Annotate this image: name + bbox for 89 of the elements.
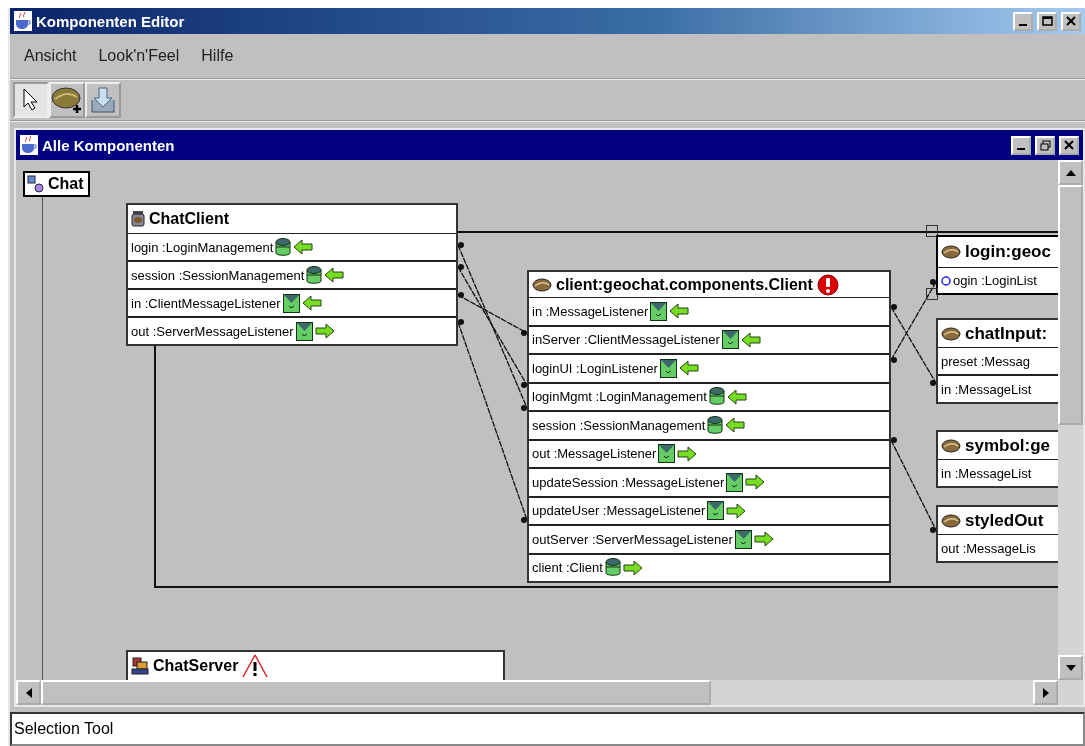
scroll-thumb[interactable] <box>41 680 711 705</box>
port-label: loginUI :LoginListener <box>532 360 658 376</box>
close-icon <box>1064 140 1074 150</box>
minimize-button[interactable] <box>1011 135 1031 155</box>
close-button[interactable] <box>1061 11 1081 31</box>
port-label: out :MessageLis <box>941 540 1036 556</box>
component-box[interactable]: ChatClient login :LoginManagement session :SessionManagement in :ClientMessageListener out :ServerMessageListener <box>126 203 458 346</box>
group-label[interactable]: Chat <box>23 171 90 197</box>
up-arrow-icon <box>1065 169 1076 176</box>
status-text: Selection Tool <box>14 720 114 738</box>
cursor-arrow-icon <box>22 88 40 112</box>
port-label: in :ClientMessageListener <box>131 295 281 311</box>
left-arrow-icon <box>25 687 32 698</box>
component-box[interactable]: symbol:ge in :MessageList <box>936 430 1058 488</box>
component-title: client:geochat.components.Client <box>556 275 813 294</box>
minimize-button[interactable] <box>1013 11 1033 31</box>
component-title: login:geoc <box>965 242 1051 262</box>
tool-button[interactable] <box>13 82 49 118</box>
component-title: styledOut <box>965 510 1044 531</box>
close-button[interactable] <box>1059 135 1079 155</box>
down-arrow-icon <box>1065 664 1076 671</box>
connector-line[interactable] <box>457 264 528 388</box>
restore-button[interactable] <box>1035 135 1055 155</box>
port-label: outServer :ServerMessageListener <box>532 531 733 547</box>
port-label: session :SessionManagement <box>532 417 706 433</box>
group-icon <box>27 175 45 193</box>
port-label: out :ServerMessageListener <box>131 323 294 339</box>
jar-icon <box>131 211 145 227</box>
component-box[interactable] <box>527 270 891 583</box>
scroll-down-button[interactable] <box>1058 655 1083 680</box>
connector-line[interactable] <box>457 242 528 411</box>
connector-line[interactable] <box>457 292 528 336</box>
scroll-left-button[interactable] <box>16 680 41 705</box>
connector-line[interactable] <box>890 279 937 363</box>
bean-plus-icon <box>51 85 83 115</box>
port-label: updateUser :MessageListener <box>532 503 706 519</box>
window-title: Komponenten Editor <box>36 12 186 30</box>
component-title: chatInput: <box>965 323 1048 344</box>
vertical-scrollbar[interactable] <box>1058 160 1083 680</box>
java-cup-icon <box>20 135 38 155</box>
port-label: preset :Messag <box>941 353 1030 369</box>
server-icon <box>131 657 149 675</box>
port-label: client :Client <box>532 560 603 576</box>
maximize-icon <box>1041 16 1053 26</box>
connector-line[interactable] <box>457 319 528 523</box>
horizontal-scrollbar[interactable] <box>16 680 1083 705</box>
maximize-button[interactable] <box>1037 11 1057 31</box>
selection-handle[interactable] <box>926 288 938 300</box>
scroll-thumb[interactable] <box>1058 185 1083 425</box>
menu-item[interactable]: Hilfe <box>193 43 242 69</box>
port-label: in :MessageList <box>941 465 1032 481</box>
component-box[interactable]: ChatServer <box>126 650 505 680</box>
connection-point-icon[interactable] <box>941 275 951 286</box>
bean-icon <box>532 277 552 292</box>
component-box[interactable]: styledOut out :MessageLis <box>936 505 1058 563</box>
port-label: updateSession :MessageListener <box>532 474 725 490</box>
port-label: in :MessageListener <box>532 303 649 319</box>
minimize-icon <box>1019 24 1027 26</box>
scroll-up-button[interactable] <box>1058 160 1083 185</box>
java-cup-icon <box>14 11 32 31</box>
component-title: ChatServer <box>153 657 239 675</box>
close-icon <box>1066 16 1076 26</box>
port-label: session :SessionManagement <box>131 267 305 283</box>
bean-icon <box>941 245 961 259</box>
group-name: Chat <box>48 175 84 193</box>
connector-line[interactable] <box>890 437 937 533</box>
tool-button[interactable] <box>49 82 85 118</box>
right-arrow-icon <box>1042 687 1049 698</box>
bean-icon <box>941 326 961 341</box>
menu-item[interactable]: Ansicht <box>16 43 85 69</box>
component-title: ChatClient <box>149 210 229 228</box>
component-title: symbol:ge <box>965 435 1051 456</box>
component-box[interactable]: login:geoc ogin :LoginList <box>936 235 1058 295</box>
bean-icon <box>941 513 961 528</box>
scroll-right-button[interactable] <box>1033 680 1058 705</box>
restore-icon <box>1039 139 1051 151</box>
menu-item[interactable]: Look'n'Feel <box>90 43 188 69</box>
connector-line[interactable] <box>890 304 937 386</box>
port-label: inServer :ClientMessageListener <box>532 332 720 348</box>
port-label: ogin :LoginList <box>953 273 1037 288</box>
component-box[interactable]: chatInput: preset :Messag in :MessageList <box>936 318 1058 404</box>
port-label: loginMgmt :LoginManagement <box>532 389 707 405</box>
frame-title: Alle Komponenten <box>42 136 176 154</box>
port-label: in :MessageList <box>941 381 1032 397</box>
bean-icon <box>941 438 961 453</box>
port-label: out :MessageListener <box>532 446 657 462</box>
port-label: login :LoginManagement <box>131 239 274 255</box>
minimize-icon <box>1017 148 1025 150</box>
download-tray-icon <box>90 86 116 114</box>
